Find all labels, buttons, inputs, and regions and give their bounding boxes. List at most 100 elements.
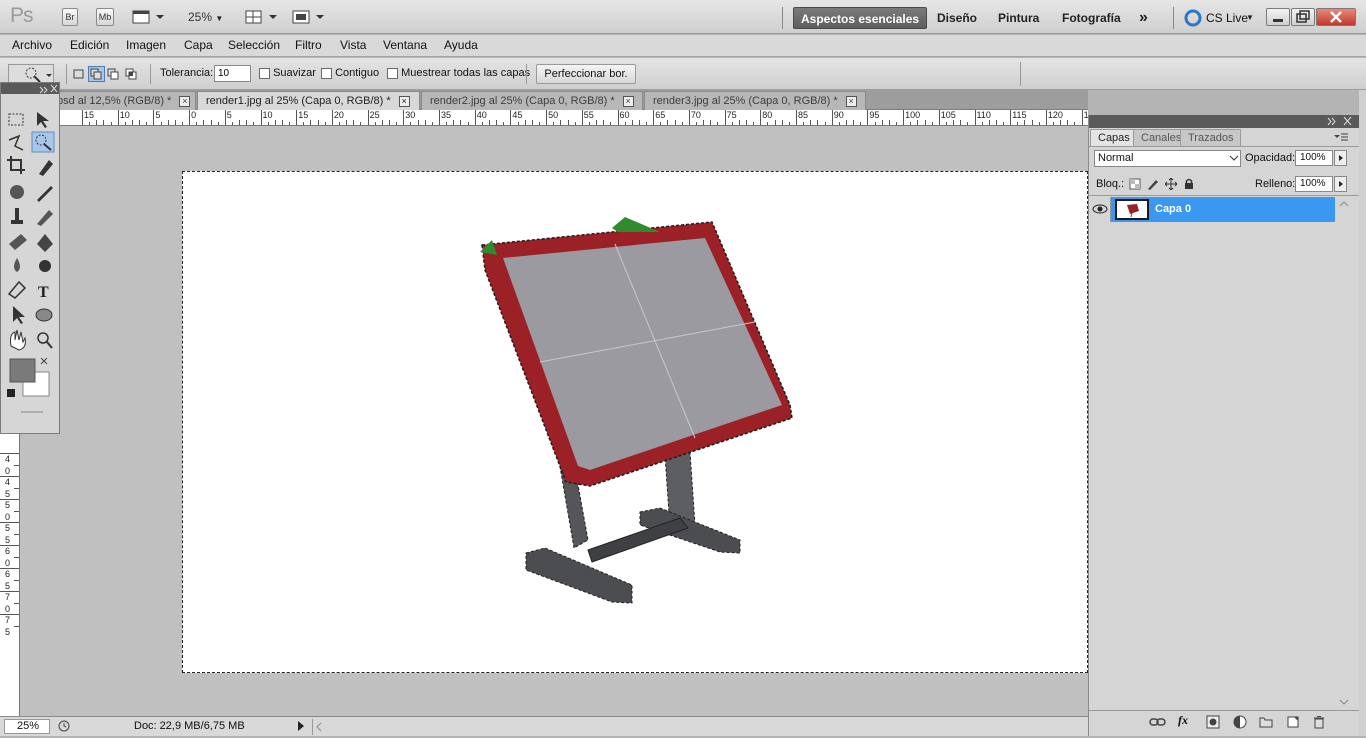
close-tab-icon[interactable]: × bbox=[622, 95, 634, 107]
history-brush-tool[interactable] bbox=[31, 207, 55, 227]
zoom-tool[interactable] bbox=[31, 329, 55, 349]
tab-document-psd[interactable]: psd al 12,5% (RGB/8) * × bbox=[44, 91, 196, 110]
collapse-tools-icon[interactable] bbox=[39, 85, 49, 94]
layer-row[interactable]: Capa 0 bbox=[1089, 197, 1335, 222]
blend-mode-select[interactable]: Normal bbox=[1094, 150, 1241, 167]
arrange-documents-button[interactable] bbox=[245, 9, 281, 25]
layer-visibility-toggle[interactable] bbox=[1089, 197, 1111, 222]
add-mask-icon[interactable] bbox=[1206, 715, 1220, 729]
close-tab-icon[interactable]: × bbox=[398, 95, 410, 107]
right-edge-scrollbar[interactable] bbox=[1359, 90, 1366, 736]
smooth-checkbox[interactable]: Suavizar bbox=[259, 67, 316, 79]
zoom-level-select[interactable]: 25% ▼ bbox=[188, 10, 223, 24]
contiguous-checkbox[interactable]: Contiguo bbox=[321, 67, 379, 79]
subtract-selection-button[interactable] bbox=[106, 67, 120, 81]
menu-image[interactable]: Imagen bbox=[126, 38, 166, 52]
type-tool[interactable] bbox=[31, 279, 55, 299]
new-selection-button[interactable] bbox=[72, 67, 86, 81]
screen-mode-button[interactable] bbox=[132, 9, 166, 25]
cs-live-menu[interactable]: CS Live ▼ bbox=[1184, 9, 1264, 27]
workspace-design[interactable]: Diseño bbox=[930, 7, 984, 29]
clone-stamp-tool[interactable] bbox=[5, 207, 29, 227]
workspace-essentials[interactable]: Aspectos esenciales bbox=[793, 7, 928, 29]
mini-bridge-button[interactable]: Mb bbox=[96, 8, 114, 26]
pen-tool[interactable] bbox=[5, 279, 29, 299]
crop-tool[interactable] bbox=[5, 157, 29, 177]
menu-window[interactable]: Ventana bbox=[383, 38, 427, 52]
screen-mode-select[interactable] bbox=[292, 9, 328, 25]
horizontal-scrollbar[interactable] bbox=[312, 719, 1088, 735]
add-to-selection-button[interactable] bbox=[88, 66, 105, 82]
refine-edge-button[interactable]: Perfeccionar bor. bbox=[536, 64, 636, 84]
more-workspaces-icon[interactable]: » bbox=[1132, 7, 1155, 29]
scroll-down-icon[interactable] bbox=[1337, 695, 1351, 709]
move-tool[interactable] bbox=[31, 113, 55, 133]
intersect-selection-button[interactable] bbox=[124, 67, 138, 81]
rectangular-marquee-tool[interactable] bbox=[5, 113, 29, 133]
lock-transparent-icon[interactable] bbox=[1129, 178, 1141, 190]
eraser-tool[interactable] bbox=[5, 231, 29, 251]
close-window-button[interactable] bbox=[1316, 8, 1356, 26]
menu-layer[interactable]: Capa bbox=[184, 38, 213, 52]
brush-tool[interactable] bbox=[31, 183, 55, 203]
collapse-panel-icon[interactable] bbox=[1327, 117, 1337, 126]
panel-header[interactable] bbox=[1089, 115, 1366, 128]
opacity-input[interactable]: 100% bbox=[1295, 150, 1333, 166]
menu-select[interactable]: Selección bbox=[228, 38, 280, 52]
paint-bucket-tool[interactable] bbox=[31, 231, 55, 251]
eyedropper-tool[interactable] bbox=[31, 157, 55, 177]
tab-document-render1[interactable]: render1.jpg al 25% (Capa 0, RGB/8) * × bbox=[197, 91, 420, 110]
layer-effects-icon[interactable]: fx bbox=[1178, 713, 1188, 728]
menu-file[interactable]: Archivo bbox=[12, 38, 52, 52]
tool-preset-picker[interactable] bbox=[8, 64, 54, 84]
path-selection-tool[interactable] bbox=[5, 303, 29, 323]
workspace-painting[interactable]: Pintura bbox=[991, 7, 1046, 29]
bridge-button[interactable]: Br bbox=[62, 8, 78, 26]
panel-menu-icon[interactable] bbox=[1333, 132, 1349, 142]
adjustment-layer-icon[interactable] bbox=[1233, 715, 1247, 729]
opacity-slider-button[interactable] bbox=[1334, 150, 1347, 166]
status-info-icon[interactable] bbox=[58, 720, 70, 732]
tolerance-input[interactable] bbox=[214, 65, 251, 82]
ellipse-tool[interactable] bbox=[31, 303, 55, 323]
hand-tool[interactable] bbox=[5, 329, 29, 349]
workspace-photography[interactable]: Fotografía bbox=[1055, 7, 1128, 29]
tab-paths[interactable]: Trazados bbox=[1180, 129, 1242, 146]
tab-layers[interactable]: Capas bbox=[1090, 129, 1138, 146]
tab-document-render3[interactable]: render3.jpg al 25% (Capa 0, RGB/8) * × bbox=[644, 91, 866, 110]
lock-position-icon[interactable] bbox=[1164, 177, 1178, 191]
layers-scrollbar[interactable] bbox=[1337, 197, 1351, 707]
tab-document-render2[interactable]: render2.jpg al 25% (Capa 0, RGB/8) * × bbox=[421, 91, 643, 110]
menu-help[interactable]: Ayuda bbox=[444, 38, 478, 52]
spot-healing-tool[interactable] bbox=[5, 183, 29, 203]
fill-input[interactable]: 100% bbox=[1295, 176, 1333, 192]
dodge-tool[interactable] bbox=[31, 255, 55, 275]
background-color-swatch[interactable] bbox=[23, 373, 49, 397]
sample-all-layers-checkbox[interactable]: Muestrear todas las capas bbox=[387, 67, 530, 79]
status-menu-arrow-icon[interactable] bbox=[296, 720, 306, 732]
delete-layer-icon[interactable] bbox=[1312, 715, 1326, 729]
swap-colors-icon[interactable] bbox=[39, 357, 49, 367]
close-panel-icon[interactable] bbox=[1343, 116, 1352, 126]
menu-filter[interactable]: Filtro bbox=[295, 38, 322, 52]
minimize-button[interactable] bbox=[1266, 8, 1290, 26]
menu-view[interactable]: Vista bbox=[340, 38, 366, 52]
link-layers-icon[interactable] bbox=[1149, 715, 1167, 729]
new-layer-icon[interactable] bbox=[1286, 715, 1300, 729]
layer-name[interactable]: Capa 0 bbox=[1155, 203, 1191, 215]
menu-edit[interactable]: Edición bbox=[70, 38, 109, 52]
new-group-icon[interactable] bbox=[1259, 715, 1273, 729]
quick-selection-tool[interactable] bbox=[31, 135, 55, 155]
close-tab-icon[interactable]: × bbox=[845, 95, 857, 107]
lock-pixels-icon[interactable] bbox=[1147, 178, 1159, 190]
status-zoom-field[interactable]: 25% bbox=[4, 719, 50, 734]
default-colors-icon[interactable] bbox=[6, 388, 16, 398]
close-tab-icon[interactable]: × bbox=[179, 95, 191, 107]
restore-button[interactable] bbox=[1291, 8, 1315, 26]
close-tools-icon[interactable] bbox=[50, 84, 58, 93]
fill-slider-button[interactable] bbox=[1334, 176, 1347, 192]
document-canvas[interactable] bbox=[182, 171, 1088, 673]
lock-all-icon[interactable] bbox=[1183, 178, 1195, 190]
lasso-tool[interactable] bbox=[5, 135, 29, 155]
blur-tool[interactable] bbox=[5, 255, 29, 275]
